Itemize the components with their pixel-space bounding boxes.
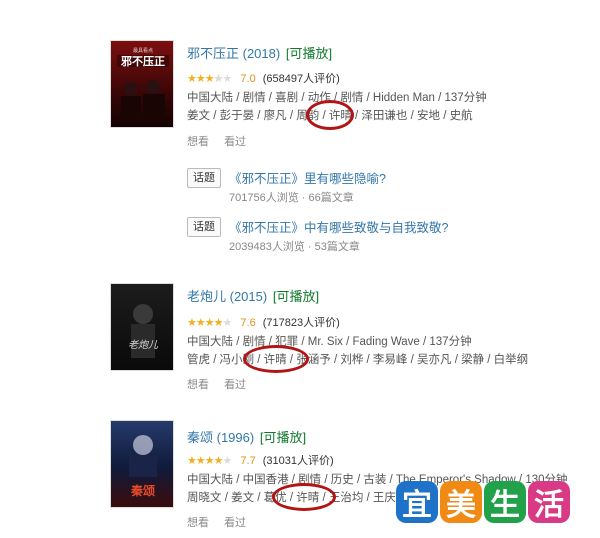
vote-count: (717823人评价) xyxy=(262,317,340,329)
vote-count: (31031人评价) xyxy=(262,455,334,467)
watermark-char: 美 xyxy=(440,481,482,523)
rating-score: 7.7 xyxy=(240,455,256,467)
poster-art-icon: 秦颂 xyxy=(129,435,157,498)
movie-title-row: 老炮儿 (2015) [可播放] xyxy=(187,286,319,305)
watermark-char: 生 xyxy=(484,481,526,523)
topic-stats: 701756人浏览 · 66篇文章 xyxy=(229,192,354,204)
highlight-circle xyxy=(243,345,309,373)
want-to-watch-button[interactable]: 想看 xyxy=(187,136,209,148)
svg-text:最具看点: 最具看点 xyxy=(133,47,153,54)
playable-link[interactable]: [可播放] xyxy=(260,430,306,445)
topic-title-link[interactable]: 《邪不压正》中有哪些致敬与自我致敬? xyxy=(229,217,448,236)
topic-item-2: 话题 《邪不压正》中有哪些致敬与自我致敬? 2039483人浏览 · 53篇文章 xyxy=(187,215,567,255)
movie-poster[interactable]: 老炮儿 xyxy=(110,283,174,371)
playable-link[interactable]: [可播放] xyxy=(273,289,319,304)
want-to-watch-button[interactable]: 想看 xyxy=(187,379,209,391)
movie-title-row: 秦颂 (1996) [可播放] xyxy=(187,427,306,446)
vote-count: (658497人评价) xyxy=(262,73,340,85)
rating-score: 7.6 xyxy=(240,317,256,329)
highlight-circle xyxy=(272,483,336,511)
watched-button[interactable]: 看过 xyxy=(224,379,246,391)
poster-title: 老炮儿 xyxy=(128,339,159,351)
movie-actions: 想看 看过 xyxy=(187,514,258,530)
movie-title-link[interactable]: 邪不压正 (2018) xyxy=(187,46,280,61)
highlight-circle xyxy=(306,100,354,130)
topic-stats: 2039483人浏览 · 53篇文章 xyxy=(229,241,360,253)
movie-title-link[interactable]: 秦颂 (1996) xyxy=(187,430,254,445)
watermark-char: 活 xyxy=(528,481,570,523)
rating-score: 7.0 xyxy=(240,73,256,85)
poster-art-icon: 老炮儿 xyxy=(128,304,159,358)
rating-row: ★★★★★ 7.6 (717823人评价) xyxy=(187,314,340,330)
poster-art-icon: 最具看点 邪不压正 xyxy=(117,47,169,122)
movie-title-link[interactable]: 老炮儿 (2015) xyxy=(187,289,267,304)
topic-badge: 话题 xyxy=(187,168,221,188)
rating-row: ★★★★★★ 7.0 (658497人评价) xyxy=(187,70,340,86)
rating-row: ★★★★★ 7.7 (31031人评价) xyxy=(187,452,334,468)
movie-poster[interactable]: 秦颂 xyxy=(110,420,174,508)
movie-actions: 想看 看过 xyxy=(187,133,258,149)
star-rating-icon: ★★★★★ xyxy=(187,455,232,467)
poster-title: 秦颂 xyxy=(130,483,155,498)
topic-title-link[interactable]: 《邪不压正》里有哪些隐喻? xyxy=(229,168,386,187)
watched-button[interactable]: 看过 xyxy=(224,517,246,529)
want-to-watch-button[interactable]: 想看 xyxy=(187,517,209,529)
movie-actions: 想看 看过 xyxy=(187,376,258,392)
topic-badge: 话题 xyxy=(187,217,221,237)
watermark-logo: 宜 美 生 活 xyxy=(396,481,570,523)
movie-cast-line: 管虎 / 冯小刚 / 许晴 / 张涵予 / 刘桦 / 李易峰 / 吴亦凡 / 梁… xyxy=(187,354,529,366)
movie-title-row: 邪不压正 (2018) [可播放] xyxy=(187,43,332,62)
movie-meta-line-1: 中国大陆 / 剧情 / 犯罪 / Mr. Six / Fading Wave /… xyxy=(187,336,472,348)
playable-link[interactable]: [可播放] xyxy=(286,46,332,61)
watched-button[interactable]: 看过 xyxy=(224,136,246,148)
topic-item-1: 话题 《邪不压正》里有哪些隐喻? 701756人浏览 · 66篇文章 xyxy=(187,166,567,206)
movie-poster[interactable]: 最具看点 邪不压正 xyxy=(110,40,174,128)
star-rating-icon: ★★★★★★ xyxy=(187,73,232,85)
search-results: 最具看点 邪不压正 邪不压正 (2018) [可播放] ★★★★★★ 7.0 (… xyxy=(0,0,600,538)
star-rating-icon: ★★★★★ xyxy=(187,317,232,329)
poster-title: 邪不压正 xyxy=(120,54,165,68)
watermark-char: 宜 xyxy=(396,481,438,523)
